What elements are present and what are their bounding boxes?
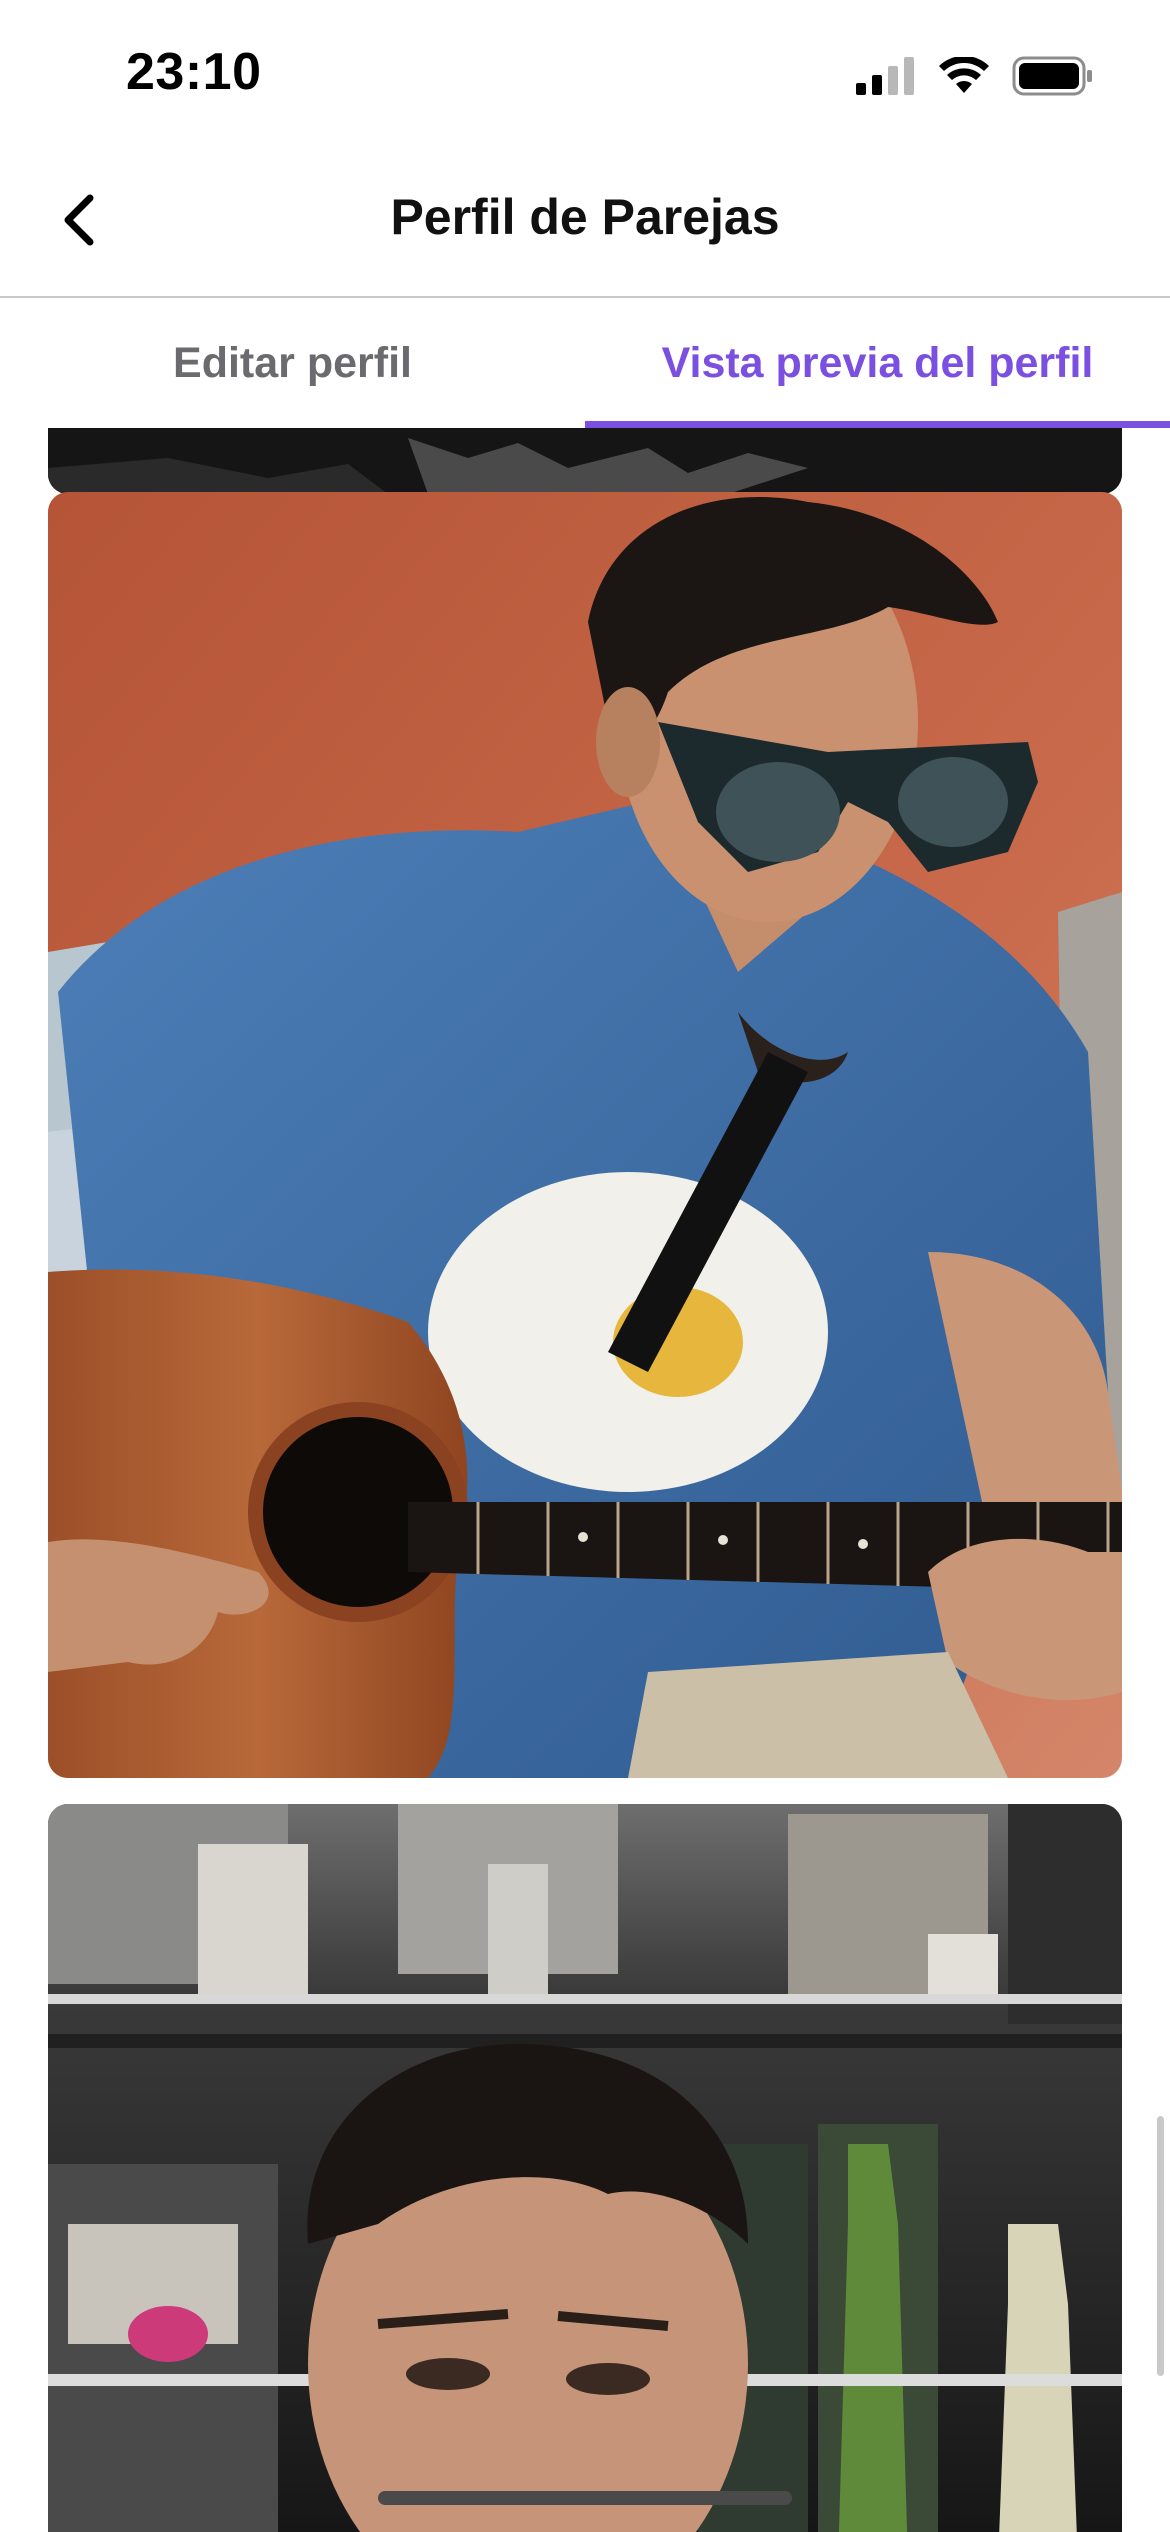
home-indicator[interactable]: [378, 2491, 792, 2505]
status-icons: [856, 56, 1094, 96]
profile-preview-content[interactable]: [0, 428, 1170, 2532]
profile-photo-guitar[interactable]: [48, 492, 1122, 1778]
profile-photo-shelves[interactable]: [48, 1804, 1122, 2532]
status-time: 23:10: [126, 43, 262, 101]
battery-icon: [1012, 56, 1092, 96]
profile-tabs: Editar perfil Vista previa del perfil: [0, 298, 1170, 428]
cellular-signal-icon: [856, 57, 914, 95]
tab-edit-profile[interactable]: Editar perfil: [0, 298, 585, 428]
scroll-indicator[interactable]: [1157, 2116, 1164, 2376]
tab-profile-preview[interactable]: Vista previa del perfil: [585, 298, 1170, 428]
tab-edit-profile-label: Editar perfil: [173, 338, 412, 387]
profile-photo-previous: [48, 428, 1122, 494]
active-tab-indicator: [585, 421, 1170, 428]
navigation-bar: Perfil de Parejas: [0, 150, 1170, 298]
wifi-icon: [939, 57, 989, 93]
tab-profile-preview-label: Vista previa del perfil: [661, 338, 1094, 387]
status-bar: 23:10: [0, 0, 1170, 150]
page-title: Perfil de Parejas: [390, 189, 780, 245]
